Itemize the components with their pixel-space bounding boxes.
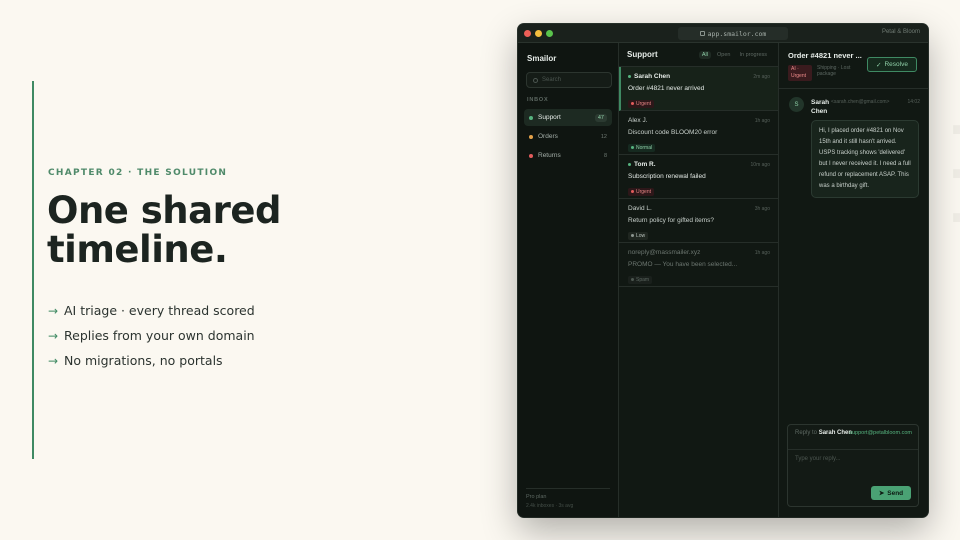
- priority-tag: Urgent: [628, 187, 655, 196]
- url-text: app.smailor.com: [707, 29, 767, 38]
- count-badge: 47: [594, 113, 607, 122]
- ai-priority-badge: AI · Urgent: [788, 65, 812, 81]
- conversation-header: Order #4821 never ... AI · Urgent Shippi…: [779, 43, 928, 89]
- arrow-right-icon: →: [48, 328, 59, 343]
- sidebar-item-returns[interactable]: Returns 8: [524, 147, 612, 164]
- priority-tag: Urgent: [628, 99, 655, 108]
- thread-time: 1h ago: [754, 249, 770, 256]
- list-title: Support: [627, 50, 658, 59]
- filter-all[interactable]: All: [698, 50, 712, 59]
- thread-time: 10m ago: [750, 161, 770, 168]
- thread-row[interactable]: David L. 3h ago Return policy for gifted…: [619, 199, 778, 243]
- unread-dot-icon: [628, 163, 631, 166]
- status-dot-icon: [529, 153, 533, 158]
- sidebar: Smailor Search INBOX Support 47 Orders 1…: [518, 43, 619, 517]
- sidebar-item-support[interactable]: Support 47: [524, 109, 612, 126]
- unread-dot-icon: [628, 75, 631, 78]
- thread-subject: Subscription renewal failed: [628, 173, 706, 180]
- minimize-window-icon[interactable]: [535, 30, 542, 37]
- conversation-pane: Order #4821 never ... AI · Urgent Shippi…: [779, 43, 928, 517]
- thread-time: 3h ago: [754, 205, 770, 212]
- thread-sender: noreply@massmailer.xyz: [628, 249, 701, 256]
- recipient-name: Sarah Chen: [818, 430, 853, 436]
- close-window-icon[interactable]: [524, 30, 531, 37]
- thread-subject: Discount code BLOOM20 error: [628, 129, 718, 136]
- feature-item: → Replies from your own domain: [48, 328, 255, 343]
- feature-item: → No migrations, no portals: [48, 353, 223, 368]
- conversation-category: Shipping · Lost package: [817, 65, 851, 77]
- thread-sender: Sarah Chen: [634, 73, 671, 80]
- reply-composer: Reply to Sarah Chen support@petalbloom.c…: [787, 424, 919, 507]
- filter-open[interactable]: Open: [714, 51, 733, 59]
- feature-item: → AI triage · every thread scored: [48, 303, 255, 318]
- thread-list: Support All Open In progress Sarah Chen …: [619, 43, 779, 517]
- thread-list-header: Support All Open In progress: [619, 43, 778, 67]
- inbox-section-label: INBOX: [527, 97, 549, 103]
- search-input[interactable]: Search: [526, 72, 612, 88]
- message-sender: Sarah Chen: [811, 99, 830, 115]
- thread-subject: Return policy for gifted items?: [628, 217, 714, 224]
- address-bar[interactable]: app.smailor.com: [678, 27, 788, 40]
- sidebar-item-orders[interactable]: Orders 12: [524, 128, 612, 145]
- workspace-name: Petal & Bloom: [881, 29, 920, 35]
- thread-sender: David L.: [628, 205, 652, 212]
- count-badge: 12: [600, 133, 607, 140]
- avatar: S: [789, 97, 804, 112]
- app-logo: Smailor: [527, 54, 557, 63]
- background-watermark: ...: [949, 95, 960, 229]
- filter-in-progress[interactable]: In progress: [736, 51, 770, 59]
- resolve-button[interactable]: ✓ Resolve: [867, 57, 917, 72]
- message-body: Hi, I placed order #4821 on Nov 15th and…: [811, 120, 919, 198]
- plan-name: Pro plan: [526, 494, 547, 500]
- feature-list: → AI triage · every thread scored → Replie…: [48, 298, 255, 373]
- status-dot-icon: [529, 115, 533, 120]
- title-bar: app.smailor.com Petal & Bloom: [518, 24, 928, 43]
- reply-input[interactable]: Type your reply...: [788, 450, 918, 468]
- plan-info: Pro plan 2.4k inboxes · 3s avg: [526, 488, 610, 509]
- send-icon: ➤: [878, 490, 885, 497]
- arrow-right-icon: →: [48, 303, 59, 318]
- message-time: 14:02: [907, 99, 920, 105]
- priority-dot-icon: [631, 190, 634, 193]
- thread-row[interactable]: Sarah Chen 2m ago Order #4821 never arri…: [619, 67, 778, 111]
- count-badge: 8: [603, 152, 607, 159]
- search-icon: [533, 77, 538, 83]
- thread-time: 2m ago: [753, 73, 770, 80]
- priority-dot-icon: [631, 146, 634, 149]
- app-window: app.smailor.com Petal & Bloom Smailor Se…: [518, 24, 928, 517]
- thread-row[interactable]: Tom R. 10m ago Subscription renewal fail…: [619, 155, 778, 199]
- lock-icon: [699, 31, 705, 36]
- check-icon: ✓: [876, 61, 882, 69]
- thread-sender: Alex J.: [628, 117, 648, 124]
- priority-dot-icon: [631, 278, 634, 281]
- arrow-right-icon: →: [48, 353, 59, 368]
- thread-sender: Tom R.: [634, 161, 656, 168]
- maximize-window-icon[interactable]: [546, 30, 553, 37]
- send-button[interactable]: ➤ Send: [871, 486, 911, 500]
- priority-tag: Low: [628, 231, 649, 240]
- priority-tag: Spam: [628, 275, 653, 284]
- inbox-nav: Support 47 Orders 12 Returns 8: [524, 109, 612, 166]
- filter-tabs: All Open In progress: [698, 50, 770, 59]
- window-controls: [524, 30, 553, 37]
- priority-tag: Normal: [628, 143, 656, 152]
- thread-subject: PROMO — You have been selected...: [628, 261, 738, 268]
- message-email: <sarah.chen@gmail.com>: [831, 99, 890, 105]
- chapter-label: CHAPTER 02 · THE SOLUTION: [48, 168, 228, 178]
- thread-row[interactable]: noreply@massmailer.xyz 1h ago PROMO — Yo…: [619, 243, 778, 287]
- priority-dot-icon: [631, 234, 634, 237]
- headline-line-2: timeline.: [47, 228, 228, 271]
- headline-line-1: One shared: [47, 189, 281, 232]
- reply-recipient: Reply to Sarah Chen support@petalbloom.c…: [788, 425, 918, 450]
- thread-time: 1h ago: [754, 117, 770, 124]
- from-address[interactable]: support@petalbloom.com: [849, 429, 912, 437]
- search-placeholder: Search: [542, 77, 562, 83]
- status-dot-icon: [529, 134, 533, 139]
- headline: One shared timeline.: [47, 191, 281, 269]
- accent-rule: [32, 81, 34, 459]
- thread-subject: Order #4821 never arrived: [628, 85, 705, 92]
- plan-stats: 2.4k inboxes · 3s avg: [526, 503, 574, 509]
- priority-dot-icon: [631, 102, 634, 105]
- thread-row[interactable]: Alex J. 1h ago Discount code BLOOM20 err…: [619, 111, 778, 155]
